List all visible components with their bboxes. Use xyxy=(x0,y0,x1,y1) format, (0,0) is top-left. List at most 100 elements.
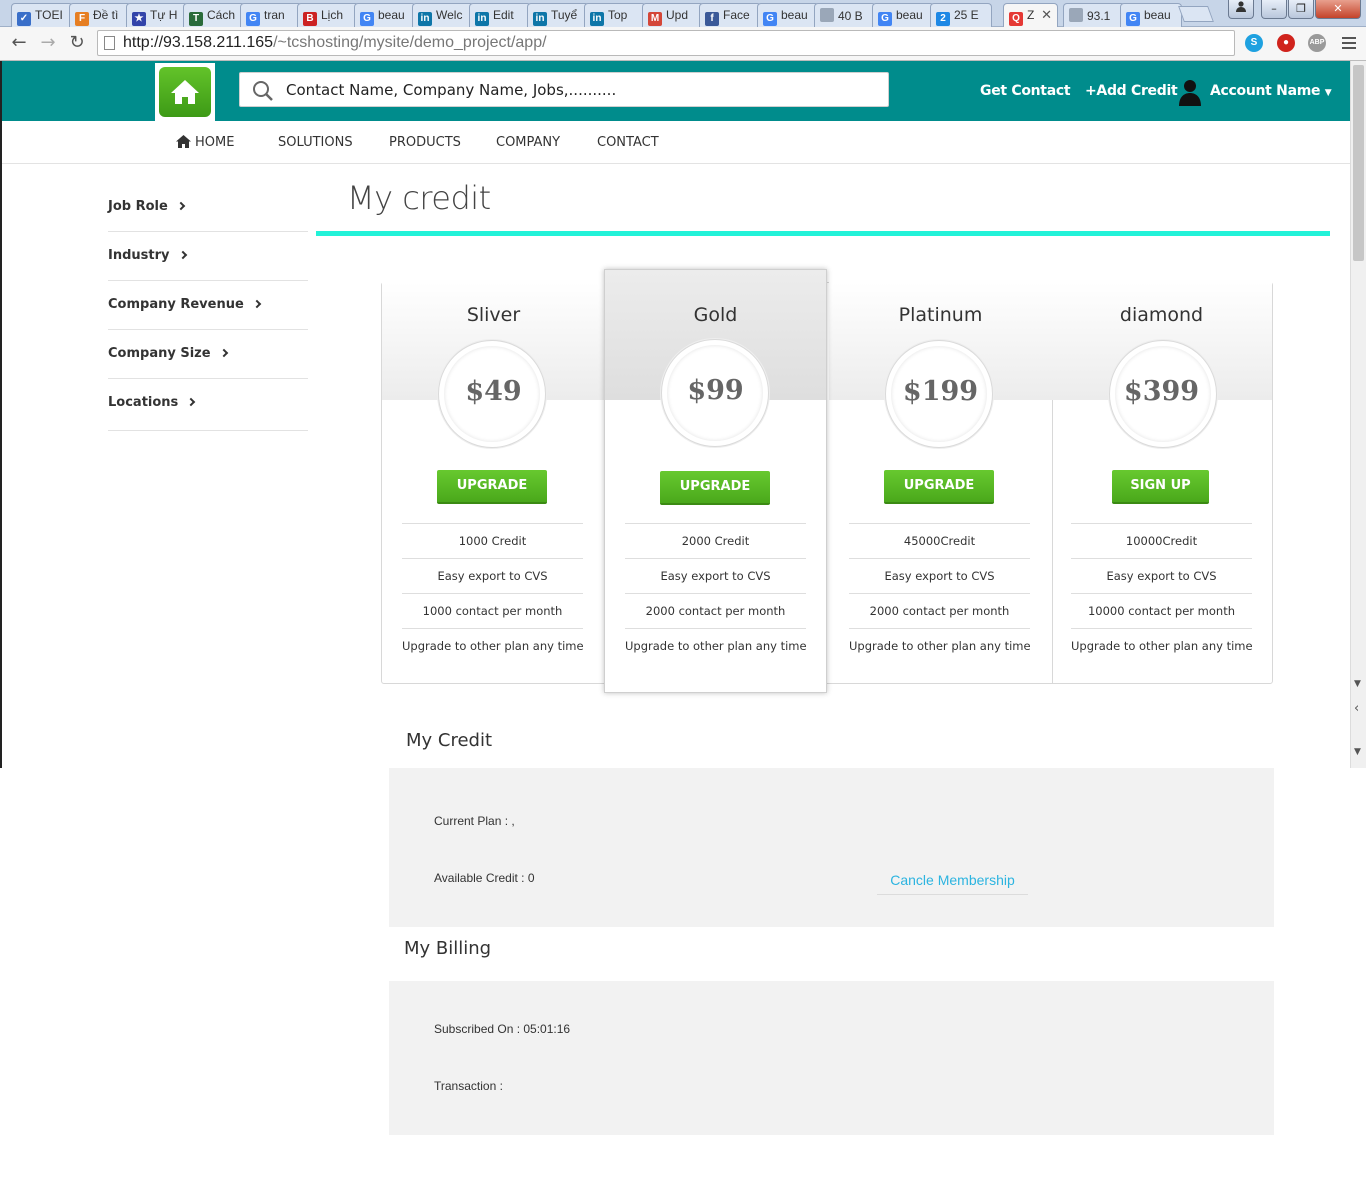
tab-label: Tự H xyxy=(150,8,178,22)
browser-tab[interactable]: in Tuyể xyxy=(527,3,589,27)
forward-button[interactable]: → xyxy=(37,32,59,54)
browser-menu-icon[interactable] xyxy=(1342,37,1356,52)
cancel-membership-link[interactable]: Cancle Membership xyxy=(877,870,1028,895)
tab-favicon-icon: T xyxy=(189,12,203,26)
upgrade-button[interactable]: UPGRADE xyxy=(660,471,770,505)
feature-item: 2000 Credit xyxy=(625,523,806,558)
tab-favicon-icon: G xyxy=(360,12,374,26)
nav-contact[interactable]: CONTACT xyxy=(597,135,659,150)
reload-button[interactable]: ↻ xyxy=(66,32,88,54)
current-plan-text: Current Plan : , xyxy=(434,814,515,828)
sidebar-item-industry[interactable]: Industry xyxy=(108,232,308,281)
browser-tab[interactable]: Gbeau xyxy=(872,3,934,27)
sidebar-item-label: Industry xyxy=(108,248,170,263)
plan-card-silver: Sliver $49 UPGRADE 1000 Credit Easy expo… xyxy=(382,282,606,684)
upgrade-button[interactable]: UPGRADE xyxy=(437,470,547,504)
feature-item: 45000Credit xyxy=(849,523,1030,558)
nav-company[interactable]: COMPANY xyxy=(496,135,560,150)
plan-price: $99 xyxy=(687,375,744,406)
sidebar-item-company-revenue[interactable]: Company Revenue xyxy=(108,281,308,330)
nav-products[interactable]: PRODUCTS xyxy=(389,135,461,150)
tab-label: beau xyxy=(378,8,405,22)
scroll-bottom-arrow-icon[interactable]: ▼ xyxy=(1354,747,1361,757)
feature-item: Upgrade to other plan any time xyxy=(625,628,807,663)
subscribed-on-text: Subscribed On : 05:01:16 xyxy=(434,1022,571,1036)
add-credit-link[interactable]: +Add Credit xyxy=(1085,83,1178,99)
tab-favicon-icon: G xyxy=(878,12,892,26)
maximize-button[interactable]: ❐ xyxy=(1288,0,1314,19)
browser-tab[interactable]: 40 B xyxy=(814,3,876,27)
browser-tab[interactable]: 93.1 xyxy=(1063,3,1125,27)
tab-favicon-icon: ★ xyxy=(132,12,146,26)
tab-favicon-icon: M xyxy=(648,12,662,26)
feature-item: Easy export to CVS xyxy=(849,558,1030,593)
back-button[interactable]: ← xyxy=(8,32,30,54)
tab-favicon-icon: in xyxy=(590,12,604,26)
tab-favicon-icon: G xyxy=(246,12,260,26)
nav-solutions[interactable]: SOLUTIONS xyxy=(278,135,353,150)
skype-extension-icon[interactable]: S xyxy=(1245,34,1263,52)
feature-item: Upgrade to other plan any time xyxy=(849,628,1031,663)
minimize-button[interactable]: – xyxy=(1261,0,1287,19)
tab-favicon-icon xyxy=(1069,8,1083,22)
upgrade-button[interactable]: UPGRADE xyxy=(884,470,994,504)
browser-tab[interactable]: f Face xyxy=(699,3,761,27)
user-profile-button[interactable] xyxy=(1228,0,1254,19)
collapse-arrow-icon[interactable]: ‹ xyxy=(1354,701,1359,716)
adblock-extension-icon[interactable]: ● xyxy=(1277,34,1295,52)
avatar-icon[interactable] xyxy=(1178,78,1202,106)
tab-label: Tuyể xyxy=(551,8,578,22)
browser-tab[interactable]: Gbeau xyxy=(757,3,819,27)
sidebar-item-job-role[interactable]: Job Role xyxy=(108,183,308,232)
sign-up-button[interactable]: SIGN UP xyxy=(1112,470,1209,504)
feature-item: 1000 Credit xyxy=(402,523,583,558)
browser-tab[interactable]: in Top xyxy=(584,3,646,27)
tab-favicon-icon: G xyxy=(763,12,777,26)
abp-extension-icon[interactable]: ABP xyxy=(1308,34,1326,52)
plan-features: 1000 Credit Easy export to CVS 1000 cont… xyxy=(402,523,584,663)
plan-card-gold: Gold $99 UPGRADE 2000 Credit Easy export… xyxy=(604,269,827,693)
url-path: /~tcshosting/mysite/demo_project/app/ xyxy=(273,34,547,51)
transaction-text: Transaction : xyxy=(434,1079,503,1093)
browser-tab[interactable]: B Lịch xyxy=(297,3,359,27)
house-icon xyxy=(171,80,199,104)
browser-tab[interactable]: Gtran xyxy=(240,3,302,27)
browser-tab[interactable]: F Đề tì xyxy=(69,3,131,27)
browser-tab[interactable]: Q Z ✕ xyxy=(1003,3,1058,27)
sidebar-item-locations[interactable]: Locations xyxy=(108,379,308,431)
search-input[interactable] xyxy=(286,77,876,103)
browser-tab[interactable]: 2 25 E xyxy=(930,3,992,27)
sidebar-item-company-size[interactable]: Company Size xyxy=(108,330,308,379)
close-window-button[interactable]: ✕ xyxy=(1315,0,1361,19)
tab-label: 93.1 xyxy=(1087,9,1111,23)
main-nav: HOME SOLUTIONS PRODUCTS COMPANY CONTACT xyxy=(2,121,1350,164)
feature-item: Easy export to CVS xyxy=(625,558,806,593)
home-logo[interactable] xyxy=(155,63,215,121)
account-menu[interactable]: Account Name ▼ xyxy=(1210,83,1332,99)
tab-label: beau xyxy=(896,8,923,22)
get-contact-link[interactable]: Get Contact xyxy=(980,83,1071,99)
browser-tab[interactable]: ✓ TOEI xyxy=(11,3,73,27)
address-bar[interactable]: http://93.158.211.165/~tcshosting/mysite… xyxy=(97,30,1235,56)
browser-tab[interactable]: in Edit xyxy=(469,3,531,27)
tab-close-icon[interactable]: ✕ xyxy=(1041,7,1052,23)
new-tab-button[interactable] xyxy=(1178,6,1214,22)
tab-favicon-icon: in xyxy=(418,12,432,26)
browser-tab[interactable]: in Welc xyxy=(412,3,474,27)
page-scrollbar[interactable]: ▼ ‹ ▼ xyxy=(1350,61,1366,768)
scrollbar-thumb[interactable] xyxy=(1353,65,1364,261)
search-box xyxy=(239,72,889,107)
browser-tab[interactable]: T Cách xyxy=(183,3,245,27)
browser-tab[interactable]: M Upd xyxy=(642,3,704,27)
tab-label: Lịch xyxy=(321,8,344,22)
nav-home[interactable]: HOME xyxy=(176,135,234,150)
tab-label: tran xyxy=(264,8,285,22)
nav-home-label: HOME xyxy=(195,135,235,150)
sidebar-item-label: Company Size xyxy=(108,346,211,361)
tab-label: TOEI xyxy=(35,8,63,22)
scroll-down-arrow-icon[interactable]: ▼ xyxy=(1354,679,1361,689)
browser-tab[interactable]: Gbeau xyxy=(1120,3,1182,27)
browser-tab[interactable]: ★ Tự H xyxy=(126,3,188,27)
browser-toolbar: ← → ↻ http://93.158.211.165/~tcshosting/… xyxy=(0,27,1366,61)
browser-tab[interactable]: Gbeau xyxy=(354,3,416,27)
